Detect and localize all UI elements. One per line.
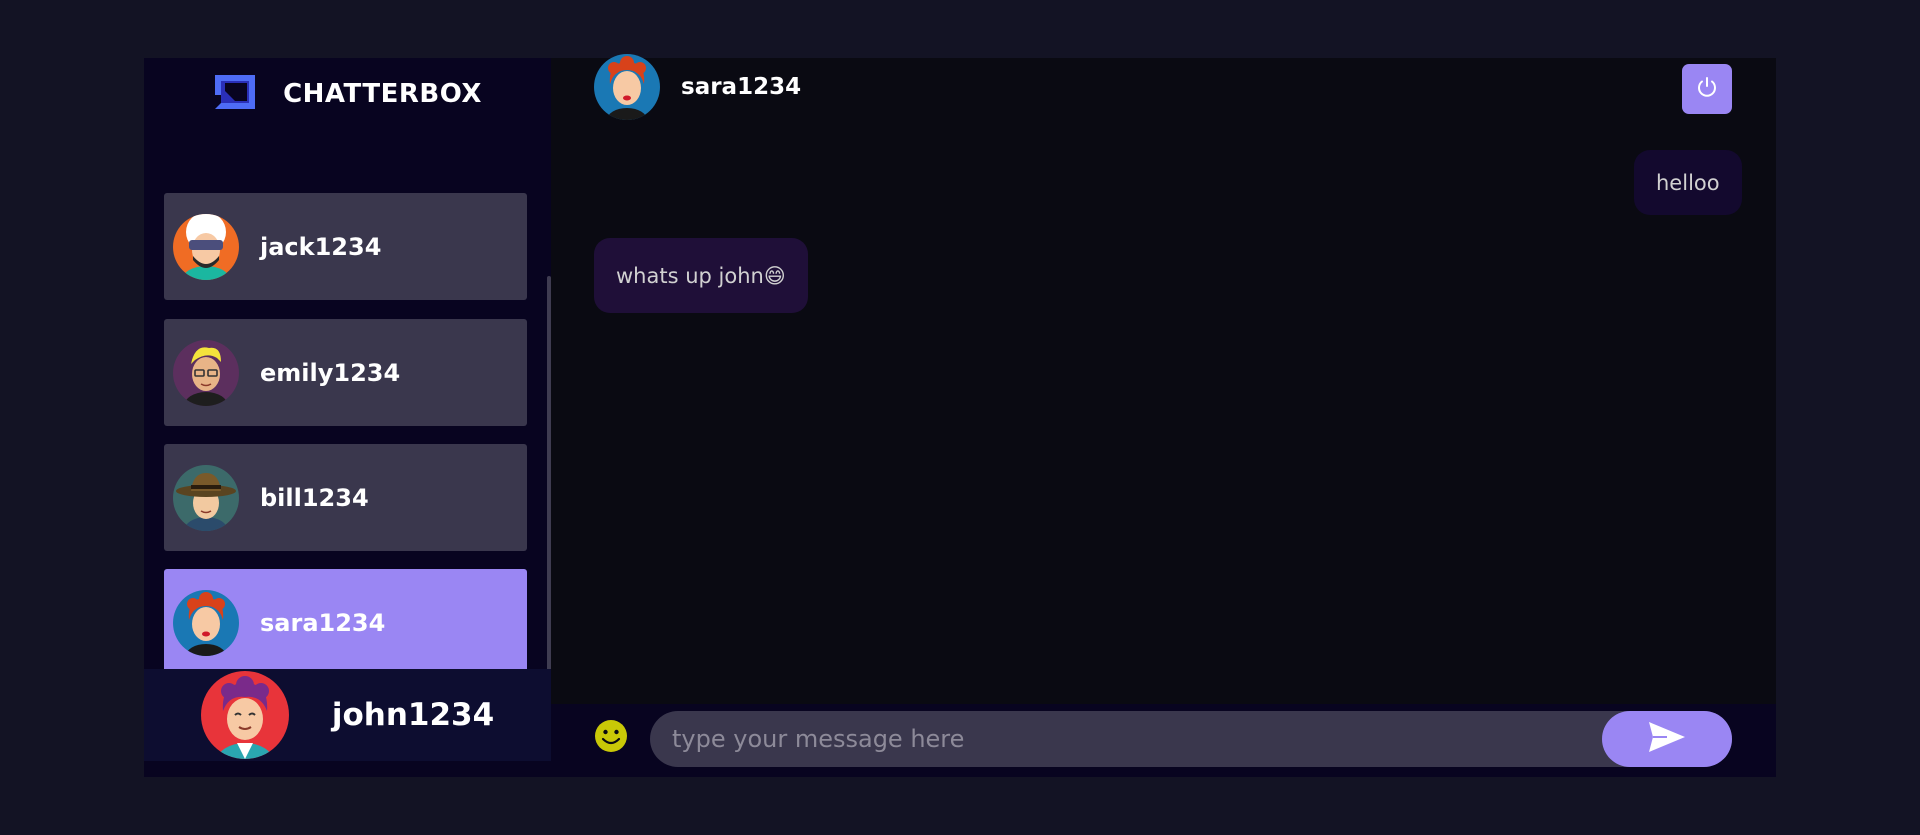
- avatar-john-icon: [200, 671, 289, 759]
- current-user-panel: john1234: [144, 669, 551, 761]
- contact-item-bill1234[interactable]: bill1234: [164, 444, 527, 551]
- chat-panel: sara1234 helloo whats up john😄: [551, 54, 1776, 777]
- message-sent: helloo: [1634, 150, 1742, 215]
- contact-item-sara1234[interactable]: sara1234: [164, 569, 527, 676]
- contact-name: bill1234: [260, 483, 369, 512]
- contacts-sidebar: CHATTERBOX jack1234 emily1234 bill1234 s…: [144, 58, 551, 777]
- app-title: CHATTERBOX: [283, 79, 482, 109]
- chat-recipient-name: sara1234: [681, 74, 802, 100]
- contact-name: emily1234: [260, 358, 401, 387]
- contact-list[interactable]: jack1234 emily1234 bill1234 sara1234: [144, 135, 551, 727]
- brand: CHATTERBOX: [144, 58, 551, 130]
- avatar-sara-icon: [594, 54, 660, 120]
- chat-header: sara1234: [551, 54, 1776, 122]
- contact-name: jack1234: [260, 232, 382, 261]
- avatar-jack-icon: [173, 213, 239, 280]
- message-field: [650, 711, 1732, 767]
- message-received: whats up john😄: [594, 238, 808, 313]
- contact-item-emily1234[interactable]: emily1234: [164, 319, 527, 426]
- logout-button[interactable]: [1682, 64, 1732, 114]
- send-button[interactable]: [1602, 711, 1732, 767]
- smiley-icon[interactable]: [594, 719, 628, 753]
- logo-icon: [213, 73, 257, 115]
- message-input[interactable]: [672, 711, 1572, 767]
- avatar-sara-icon: [173, 589, 239, 656]
- chat-app: CHATTERBOX jack1234 emily1234 bill1234 s…: [144, 54, 1776, 777]
- send-icon: [1647, 720, 1687, 758]
- current-user-name: john1234: [331, 697, 495, 733]
- contact-item-jack1234[interactable]: jack1234: [164, 193, 527, 300]
- avatar-emily-icon: [173, 339, 239, 406]
- message-composer: [551, 704, 1776, 777]
- contact-name: sara1234: [260, 608, 386, 637]
- power-icon: [1695, 75, 1719, 103]
- avatar-bill-icon: [173, 464, 239, 531]
